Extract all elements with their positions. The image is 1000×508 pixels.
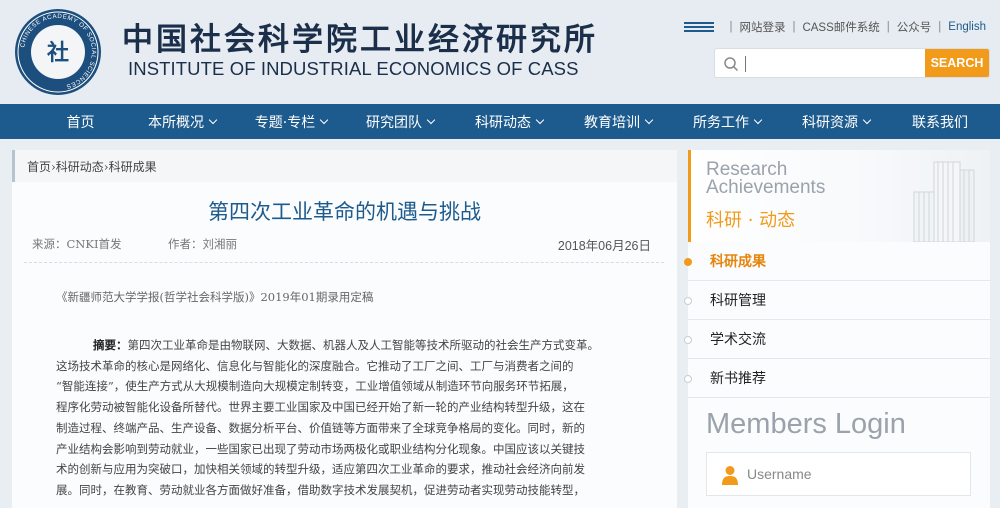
- chevron-down-icon: [319, 115, 329, 124]
- nav-label: 科研动态: [475, 114, 531, 131]
- sidebar-item-label: 科研成果: [710, 254, 766, 270]
- nav-label: 研究团队: [366, 114, 422, 131]
- chevron-down-icon: [862, 115, 872, 124]
- bullet-icon: [684, 375, 692, 383]
- article-abstract: 摘要：第四次工业革命是由物联网、大数据、机器人及人工智能等技术所驱动的社会生产方…: [56, 335, 634, 501]
- username-field: [706, 452, 971, 496]
- menu-icon[interactable]: [684, 22, 715, 32]
- chevron-down-icon: [426, 115, 436, 124]
- top-links: | 网站登录 | CASS邮件系统 | 公众号 | English: [684, 19, 986, 35]
- abstract-line: 术的创新与应用为突破口，加快相关领域的转型升级，适应第四次工业革命的要求，推动社…: [56, 462, 585, 477]
- search-input[interactable]: [749, 50, 925, 76]
- sidebar-menu: 科研成果 科研管理 学术交流 新书推荐: [684, 242, 990, 398]
- article-panel: 首页›科研动态›科研成果 第四次工业革命的机遇与挑战 来源：CNKI首发 作者：…: [12, 150, 677, 508]
- article-title: 第四次工业革命的机遇与挑战: [208, 200, 481, 224]
- nav-item-contact[interactable]: 联系我们: [890, 104, 990, 139]
- institute-logo-icon[interactable]: CHINESE ACADEMY OF SOCIAL SCIENCES 社: [14, 8, 102, 96]
- abstract-label: 摘要：: [93, 338, 128, 352]
- building-icon: [913, 161, 975, 242]
- nav-item-resources[interactable]: 科研资源: [782, 104, 890, 139]
- abstract-text: 第四次工业革命是由物联网、大数据、机器人及人工智能等技术所驱动的社会生产方式变革…: [127, 338, 600, 352]
- bullet-icon: [684, 336, 692, 344]
- abstract-line: 这场技术革命的核心是网络化、信息化与智能化的深度融合。它推动了工厂之间、工厂与消…: [56, 358, 574, 373]
- banner-title-en: Research Achievements: [706, 160, 826, 198]
- sidebar-item-research-management[interactable]: 科研管理: [684, 281, 990, 320]
- username-input[interactable]: [747, 461, 957, 487]
- nav-label: 专题·专栏: [254, 114, 316, 131]
- chevron-down-icon: [535, 115, 545, 124]
- sidebar-item-label: 新书推荐: [710, 371, 766, 387]
- svg-text:社: 社: [47, 40, 69, 66]
- article-source: 来源：CNKI首发: [32, 237, 122, 251]
- abstract-line: 摘要：第四次工业革命是由物联网、大数据、机器人及人工智能等技术所驱动的社会生产方…: [56, 335, 634, 356]
- nav-item-affairs[interactable]: 所务工作: [672, 104, 782, 139]
- bullet-icon: [684, 258, 692, 266]
- nav-label: 首页: [66, 114, 95, 131]
- sidebar-item-new-books[interactable]: 新书推荐: [684, 359, 990, 398]
- article-date: 2018年06月26日: [557, 239, 651, 253]
- site-title-en: INSTITUTE OF INDUSTRIAL ECONOMICS OF CAS…: [128, 58, 579, 79]
- main-nav: 首页 本所概况 专题·专栏 研究团队 科研动态 教育培训 所务工作 科研资源 联…: [0, 104, 1000, 139]
- user-icon: [722, 466, 738, 485]
- divider: |: [729, 21, 733, 33]
- nav-label: 联系我们: [912, 114, 968, 131]
- article-author: 作者：刘湘丽: [168, 237, 237, 251]
- abstract-line: 程序化劳动被智能化设备所替代。世界主要工业国家及中国已经开始了新一轮的产业结构转…: [56, 400, 585, 415]
- divider: |: [886, 21, 890, 33]
- chevron-down-icon: [753, 115, 763, 124]
- nav-label: 所务工作: [693, 114, 749, 131]
- bullet-icon: [684, 297, 692, 305]
- search-icon: [724, 57, 739, 72]
- nav-label: 科研资源: [802, 114, 858, 131]
- sidebar-item-research-results[interactable]: 科研成果: [684, 242, 990, 281]
- sidebar-item-label: 科研管理: [710, 293, 766, 309]
- chevron-down-icon: [644, 115, 654, 124]
- abstract-line: 产业结构会影响到劳动就业，一些国家已出现了劳动市场两极化或职业结构分化现象。中国…: [56, 441, 585, 456]
- banner-title-cn: 科研 · 动态: [706, 210, 796, 231]
- nav-item-research-news[interactable]: 科研动态: [454, 104, 564, 139]
- divider: |: [792, 21, 796, 33]
- search-box: SEARCH: [714, 48, 990, 78]
- text-cursor: [745, 56, 746, 72]
- search-button[interactable]: SEARCH: [925, 49, 989, 77]
- nav-label: 本所概况: [148, 114, 204, 131]
- site-header: CHINESE ACADEMY OF SOCIAL SCIENCES 社 中国社…: [0, 0, 1000, 104]
- nav-item-research-team[interactable]: 研究团队: [346, 104, 454, 139]
- journal-citation: 《新疆师范大学学报(哲学社会科学版)》2019年01期录用定稿: [56, 290, 374, 304]
- sidebar-item-academic-exchange[interactable]: 学术交流: [684, 320, 990, 359]
- abstract-line: “智能连接”，使生产方式从大规模制造向大规模定制转变，工业增值领域从制造环节向服…: [56, 379, 574, 394]
- divider: [24, 262, 664, 263]
- sidebar-item-label: 学术交流: [710, 332, 766, 348]
- sidebar: Research Achievements 科研 · 动态 科研成果 科研管理 …: [684, 150, 990, 508]
- banner-title-en-line2: Achievements: [706, 177, 826, 198]
- sidebar-banner: Research Achievements 科研 · 动态: [688, 150, 990, 242]
- members-login-title: Members Login: [706, 408, 906, 440]
- divider: |: [938, 21, 942, 33]
- nav-item-home[interactable]: 首页: [33, 104, 128, 139]
- nav-label: 教育培训: [584, 114, 640, 131]
- site-login-link[interactable]: 网站登录: [739, 19, 785, 35]
- abstract-line: 制造过程、终端产品、生产设备、数据分析平台、价值链等方面带来了全球竞争格局的变化…: [56, 420, 585, 435]
- chevron-down-icon: [208, 115, 218, 124]
- wechat-account-link[interactable]: 公众号: [897, 19, 932, 35]
- breadcrumb[interactable]: 首页›科研动态›科研成果: [12, 150, 677, 182]
- cass-mail-link[interactable]: CASS邮件系统: [802, 19, 879, 35]
- nav-item-about[interactable]: 本所概况: [128, 104, 236, 139]
- nav-item-education[interactable]: 教育培训: [564, 104, 672, 139]
- nav-item-topics[interactable]: 专题·专栏: [236, 104, 346, 139]
- site-title-cn: 中国社会科学院工业经济研究所: [122, 22, 598, 58]
- abstract-line: 展。同时，在教育、劳动就业各方面做好准备，借助数字技术发展契机，促进劳动者实现劳…: [56, 482, 585, 497]
- english-link[interactable]: English: [948, 21, 986, 33]
